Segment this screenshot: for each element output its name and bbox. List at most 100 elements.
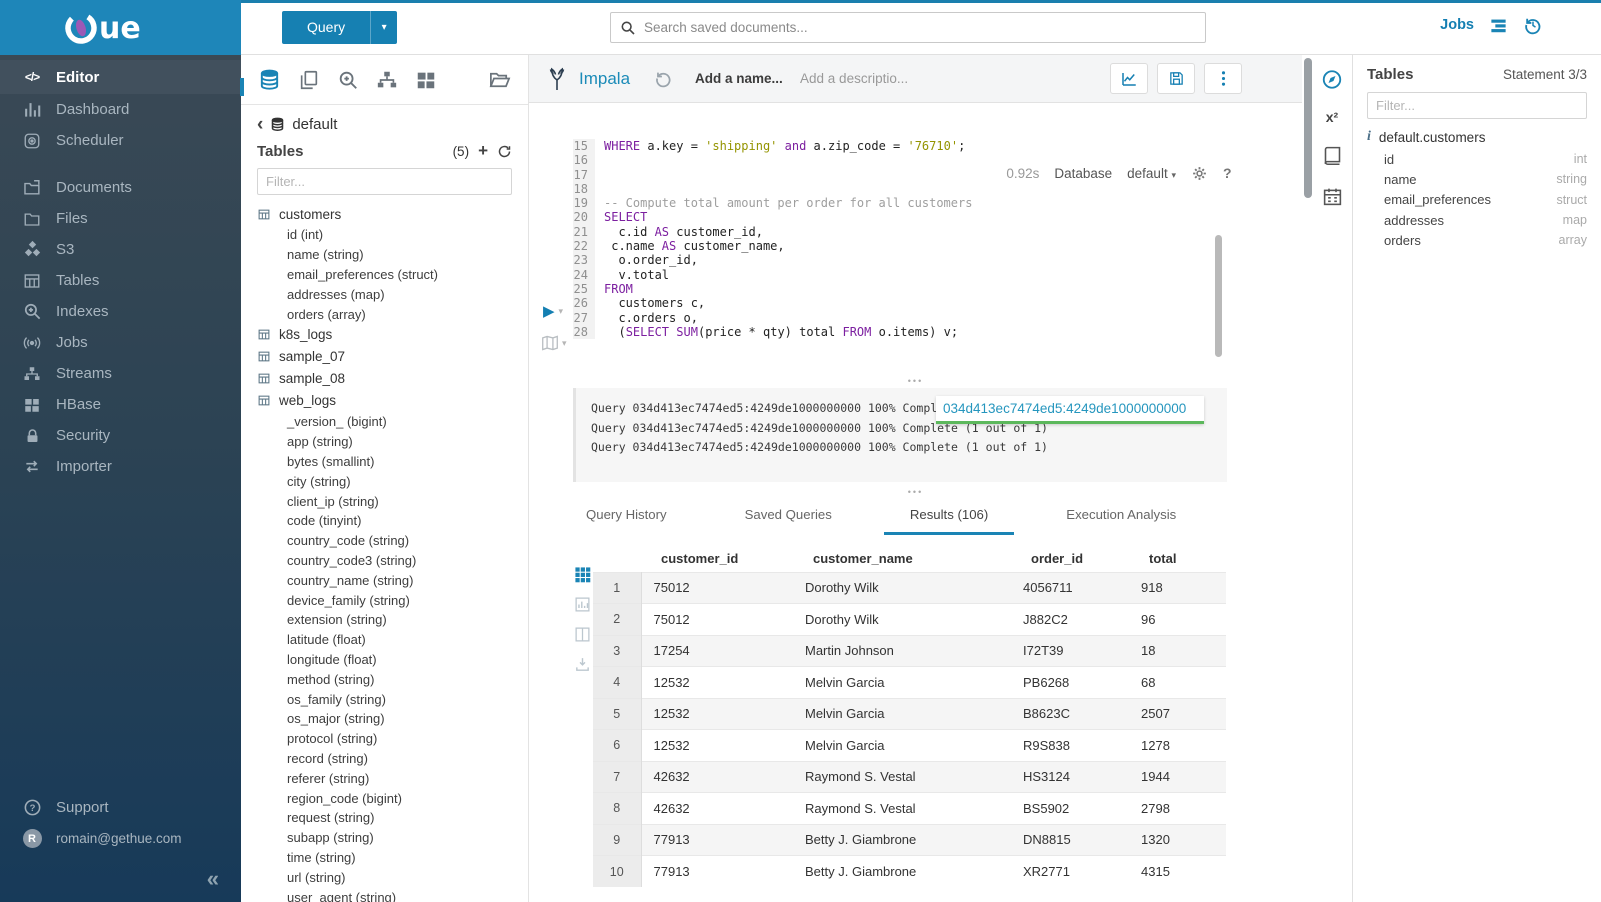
info-icon[interactable]: i <box>1367 129 1371 145</box>
assist-column[interactable]: extension (string) <box>257 610 512 630</box>
assist-column[interactable]: longitude (float) <box>257 650 512 670</box>
right-column-orders[interactable]: ordersarray <box>1367 230 1587 250</box>
assist-column[interactable]: app (string) <box>257 432 512 452</box>
right-column-email-preferences[interactable]: email_preferencesstruct <box>1367 190 1587 210</box>
assist-column[interactable]: addresses (map) <box>257 284 512 304</box>
assist-column[interactable]: protocol (string) <box>257 729 512 749</box>
right-column-name[interactable]: namestring <box>1367 169 1587 189</box>
sidebar-collapse-button[interactable]: « <box>207 868 219 890</box>
query-button[interactable]: Query ▾ <box>282 11 397 44</box>
assist-table-k8s-logs[interactable]: k8s_logs <box>257 324 512 346</box>
assist-column[interactable]: device_family (string) <box>257 590 512 610</box>
sidebar-item-dashboard[interactable]: Dashboard <box>0 94 241 125</box>
assist-column[interactable]: time (string) <box>257 848 512 868</box>
save-button[interactable] <box>1157 63 1195 94</box>
assist-column[interactable]: referer (string) <box>257 768 512 788</box>
assist-column[interactable]: country_name (string) <box>257 570 512 590</box>
resize-handle[interactable]: ••• <box>529 377 1302 385</box>
sidebar-item-tables[interactable]: Tables <box>0 265 241 296</box>
assist-column[interactable]: subapp (string) <box>257 828 512 848</box>
assist-column[interactable]: code (tinyint) <box>257 511 512 531</box>
tab-execution-analysis[interactable]: Execution Analysis <box>1066 507 1176 535</box>
tab-query-history[interactable]: Query History <box>586 507 667 535</box>
search-input[interactable] <box>644 20 1196 35</box>
chart-settings-button[interactable] <box>1110 63 1148 94</box>
language-reference-book-icon[interactable] <box>1321 144 1343 166</box>
refresh-icon[interactable] <box>497 144 512 159</box>
assist-table-customers[interactable]: customers <box>257 203 512 225</box>
assist-column[interactable]: method (string) <box>257 669 512 689</box>
assist-column[interactable]: url (string) <box>257 867 512 887</box>
hbase-blocks-icon[interactable] <box>414 68 437 91</box>
assist-column[interactable]: country_code (string) <box>257 531 512 551</box>
assist-column[interactable]: request (string) <box>257 808 512 828</box>
resize-handle[interactable]: ••• <box>529 488 1302 496</box>
assist-column[interactable]: id (int) <box>257 225 512 245</box>
sidebar-item-scheduler[interactable]: Scheduler <box>0 125 241 156</box>
database-source-icon[interactable] <box>258 68 281 91</box>
documents-folder-icon[interactable] <box>488 68 511 91</box>
zoom-in-icon[interactable] <box>336 68 359 91</box>
query-name-field[interactable] <box>695 71 800 86</box>
query-button-caret[interactable]: ▾ <box>370 11 397 44</box>
right-column-id[interactable]: idint <box>1367 149 1587 169</box>
map-icon[interactable] <box>541 335 559 351</box>
sidebar-item-s3[interactable]: S3 <box>0 234 241 265</box>
sql-code-editor[interactable]: 15WHERE a.key = 'shipping' and a.zip_cod… <box>573 139 1207 339</box>
documents-source-icon[interactable] <box>297 68 320 91</box>
tab-results-106-[interactable]: Results (106) <box>910 507 988 535</box>
column-header[interactable]: customer_id <box>641 545 793 572</box>
sidebar-item-importer[interactable]: Importer <box>0 451 241 482</box>
sidebar-item-indexes[interactable]: Indexes <box>0 296 241 327</box>
grid-view-icon[interactable] <box>574 566 591 583</box>
sidebar-item-files[interactable]: Files <box>0 203 241 234</box>
sidebar-item-documents[interactable]: Documents <box>0 172 241 203</box>
database-name[interactable]: default <box>292 116 337 133</box>
global-search[interactable] <box>610 12 1206 43</box>
engine-name[interactable]: Impala <box>579 69 630 89</box>
assist-table-sample-07[interactable]: sample_07 <box>257 346 512 368</box>
active-table-row[interactable]: i default.customers <box>1367 129 1587 145</box>
jobs-list-icon[interactable] <box>1489 16 1508 35</box>
back-chevron-icon[interactable]: ‹ <box>257 119 263 131</box>
tab-saved-queries[interactable]: Saved Queries <box>745 507 832 535</box>
assist-column[interactable]: client_ip (string) <box>257 491 512 511</box>
assist-column[interactable]: city (string) <box>257 471 512 491</box>
assist-column[interactable]: os_major (string) <box>257 709 512 729</box>
sidebar-item-hbase[interactable]: HBase <box>0 389 241 420</box>
assist-column[interactable]: user_agent (string) <box>257 887 512 902</box>
more-actions-button[interactable] <box>1204 63 1242 94</box>
query-button-label[interactable]: Query <box>282 11 370 44</box>
functions-icon[interactable]: x² <box>1326 109 1338 125</box>
jobs-link[interactable]: Jobs <box>1440 17 1474 33</box>
caret-down-icon[interactable]: ▾ <box>559 306 564 317</box>
hue-logo[interactable]: ue <box>0 0 241 55</box>
main-scrollbar[interactable] <box>1304 58 1312 198</box>
sidebar-item-editor[interactable]: </>Editor <box>0 60 241 94</box>
columns-icon[interactable] <box>574 626 591 643</box>
add-table-icon[interactable]: + <box>478 141 488 161</box>
bar-chart-icon[interactable] <box>574 596 591 613</box>
query-description-field[interactable] <box>800 71 930 86</box>
assist-scrollbar[interactable] <box>240 78 244 96</box>
help-icon[interactable]: ? <box>1223 165 1240 182</box>
assist-column[interactable]: bytes (smallint) <box>257 452 512 472</box>
column-header[interactable]: total <box>1129 545 1226 572</box>
assist-filter-input[interactable] <box>257 168 512 195</box>
execute-play-button[interactable]: ▶ <box>543 302 555 320</box>
assist-column[interactable]: country_code3 (string) <box>257 551 512 571</box>
assist-column[interactable]: os_family (string) <box>257 689 512 709</box>
assist-column[interactable]: orders (array) <box>257 304 512 324</box>
snippet-history-icon[interactable] <box>654 69 673 88</box>
sidebar-item-support[interactable]: ? Support <box>0 792 241 823</box>
right-column-addresses[interactable]: addressesmap <box>1367 210 1587 230</box>
assist-column[interactable]: email_preferences (struct) <box>257 265 512 285</box>
assist-column[interactable]: latitude (float) <box>257 630 512 650</box>
query-id-link[interactable]: 034d413ec7474ed5:4249de1000000000 <box>936 396 1204 424</box>
assist-column[interactable]: name (string) <box>257 245 512 265</box>
right-filter-input[interactable] <box>1367 92 1587 119</box>
calendar-icon[interactable] <box>1321 185 1343 207</box>
active-table-name[interactable]: default.customers <box>1379 130 1486 145</box>
assist-table-web-logs[interactable]: web_logs <box>257 390 512 412</box>
assist-column[interactable]: record (string) <box>257 749 512 769</box>
